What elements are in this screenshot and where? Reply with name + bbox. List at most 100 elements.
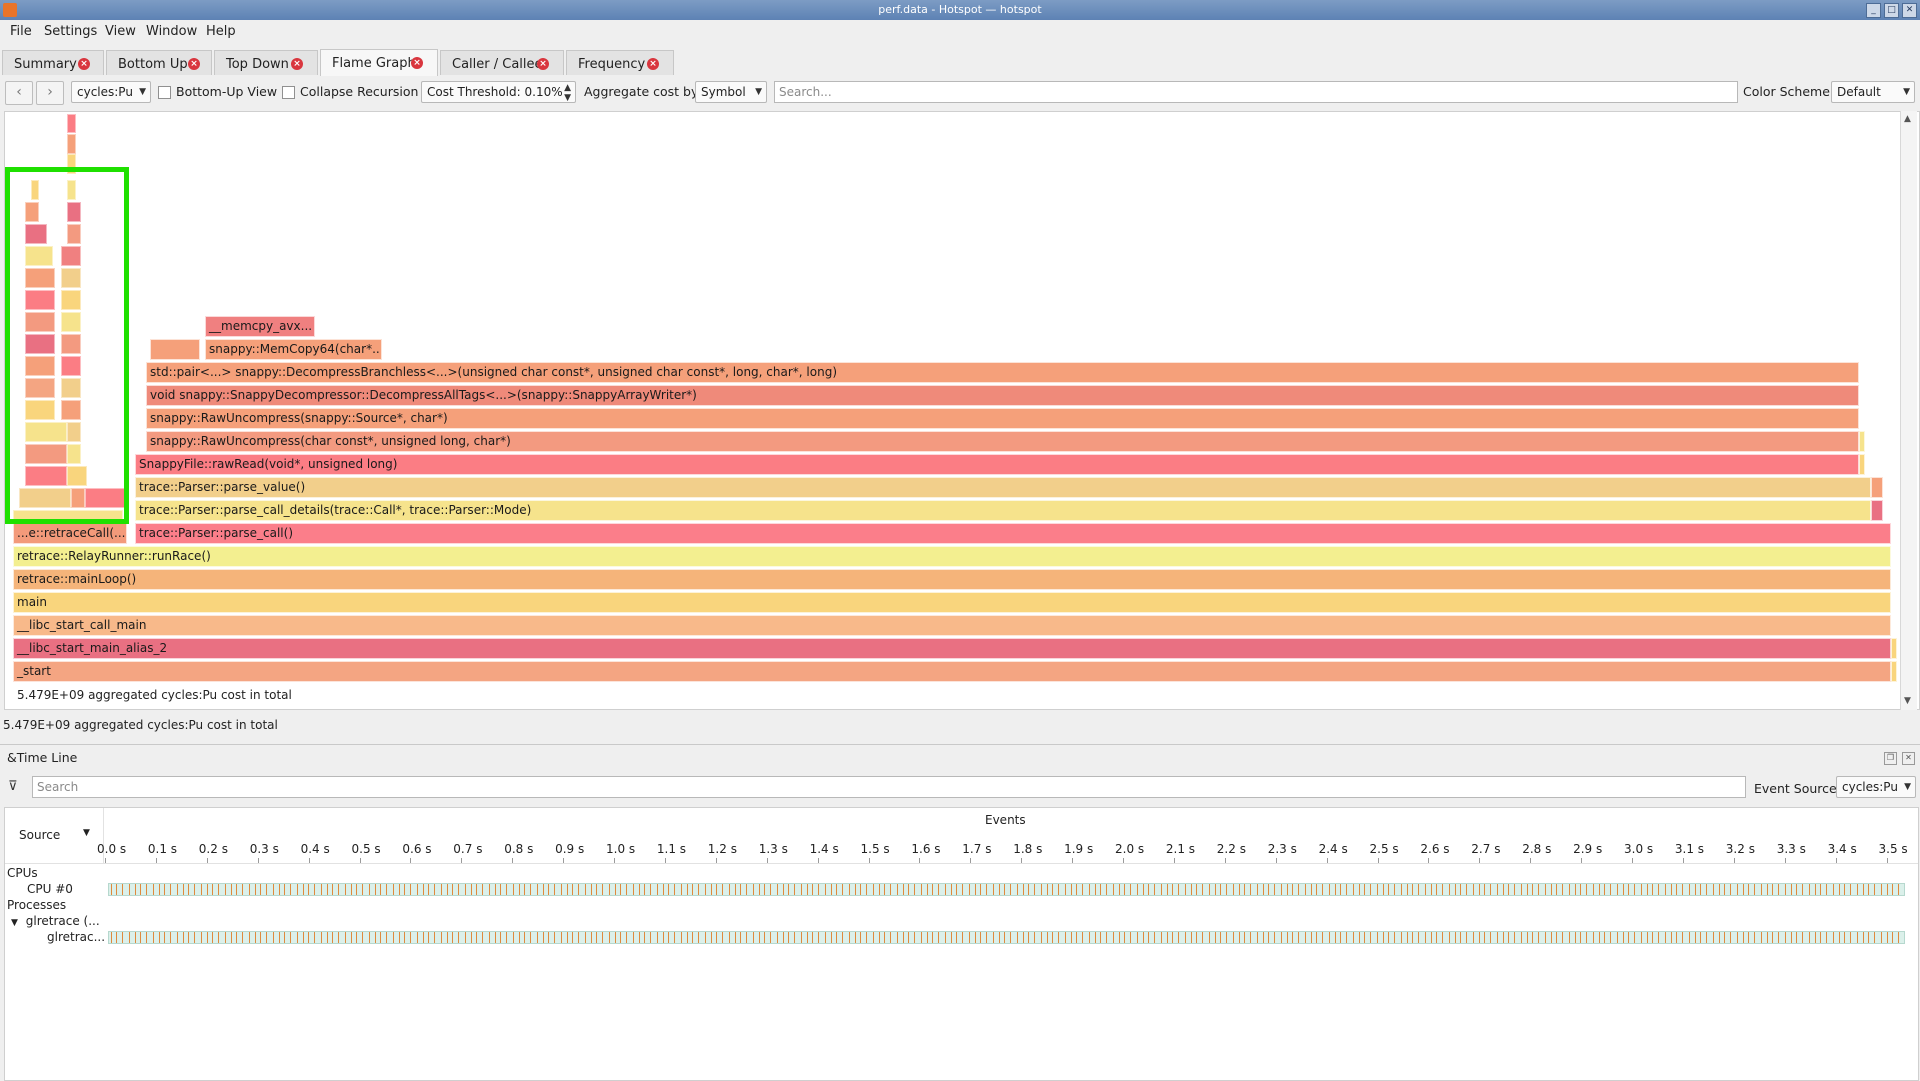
close-tab-icon[interactable]: × <box>647 58 659 70</box>
menu-settings[interactable]: Settings <box>44 24 97 39</box>
flame-frame[interactable] <box>1859 454 1865 475</box>
time-tick-label: 2.7 s <box>1471 842 1501 856</box>
event-mark <box>1767 932 1768 943</box>
tab-flame-graph[interactable]: Flame Graph × <box>320 49 438 76</box>
flame-frame[interactable]: __libc_start_call_main <box>13 615 1891 636</box>
event-mark <box>1226 884 1227 895</box>
spin-down-icon[interactable]: ▼ <box>564 88 571 108</box>
event-mark <box>1172 932 1173 943</box>
close-tab-icon[interactable]: × <box>537 58 549 70</box>
maximize-button[interactable]: □ <box>1884 3 1899 18</box>
menu-view[interactable]: View <box>105 24 136 39</box>
event-mark <box>681 884 682 895</box>
forward-button[interactable]: › <box>36 81 64 105</box>
flame-frame[interactable]: _start <box>13 661 1891 682</box>
flame-search-input[interactable]: Search... <box>774 81 1738 103</box>
flame-frame[interactable] <box>1891 661 1897 682</box>
flame-frame[interactable]: snappy::MemCopy64(char*...) <box>205 339 382 360</box>
flame-frame[interactable]: main <box>13 592 1891 613</box>
tree-thread-glretrace[interactable]: glretrac... <box>47 930 105 944</box>
event-source-select[interactable]: cycles:Pu ▼ <box>1836 776 1916 798</box>
scroll-up-icon[interactable]: ▲ <box>1904 114 1911 124</box>
event-mark <box>1311 884 1312 895</box>
event-mark <box>783 932 784 943</box>
event-mark <box>1010 932 1011 943</box>
flame-frame[interactable]: __libc_start_main_alias_2 <box>13 638 1891 659</box>
minimize-button[interactable]: _ <box>1866 3 1881 18</box>
menu-help[interactable]: Help <box>206 24 236 39</box>
float-dock-icon[interactable]: ❐ <box>1884 752 1897 765</box>
menu-window[interactable]: Window <box>146 24 197 39</box>
flame-frame[interactable] <box>1891 638 1897 659</box>
event-mark <box>386 884 387 895</box>
event-mark <box>135 932 136 943</box>
tree-cpu-0[interactable]: CPU #0 <box>27 882 73 896</box>
flame-frame[interactable]: snappy::RawUncompress(snappy::Source*, c… <box>146 408 1859 429</box>
flame-graph-toolbar: ‹ › cycles:Pu ▼ Bottom-Up View Collapse … <box>0 78 1920 108</box>
flame-frame[interactable]: retrace::RelayRunner::runRace() <box>13 546 1891 567</box>
flame-frame[interactable]: __memcpy_avx... <box>205 316 315 337</box>
aggregate-cost-select[interactable]: Symbol ▼ <box>695 81 767 103</box>
event-mark <box>1490 884 1491 895</box>
tab-frequency[interactable]: Frequency × <box>566 50 674 75</box>
thread-event-track[interactable] <box>108 931 1905 944</box>
cpu-0-event-track[interactable] <box>108 883 1905 896</box>
close-tab-icon[interactable]: × <box>411 57 423 69</box>
flame-frame[interactable]: snappy::RawUncompress(char const*, unsig… <box>146 431 1859 452</box>
event-mark <box>818 884 819 895</box>
flame-frame[interactable] <box>150 339 200 360</box>
event-mark <box>1178 884 1179 895</box>
flame-frame[interactable]: ...e::retraceCall(...) <box>13 523 127 544</box>
tree-processes[interactable]: Processes <box>7 898 66 912</box>
event-mark <box>297 932 298 943</box>
event-mark <box>1100 884 1101 895</box>
flame-frame[interactable]: retrace::mainLoop() <box>13 569 1891 590</box>
close-window-button[interactable]: ✕ <box>1902 3 1917 18</box>
flame-graph-canvas[interactable]: __memcpy_avx... snappy::MemCopy64(char*.… <box>4 111 1920 710</box>
event-mark <box>1641 932 1642 943</box>
event-mark <box>1826 884 1827 895</box>
event-mark <box>1455 884 1456 895</box>
flame-frame[interactable]: trace::Parser::parse_call_details(trace:… <box>135 500 1871 521</box>
event-mark <box>1202 884 1203 895</box>
cost-threshold-spinbox[interactable]: Cost Threshold: 0.10% ▲ ▼ <box>421 81 576 103</box>
tree-cpus[interactable]: CPUs <box>7 866 38 880</box>
event-mark <box>1388 932 1389 943</box>
close-tab-icon[interactable]: × <box>291 58 303 70</box>
tree-process-glretrace[interactable]: ▼ glretrace (... <box>11 914 100 928</box>
tab-bottom-up[interactable]: Bottom Up × <box>106 50 212 75</box>
close-tab-icon[interactable]: × <box>188 58 200 70</box>
flame-frame[interactable] <box>1871 500 1883 521</box>
source-column-header[interactable]: Source ▼ <box>5 808 104 863</box>
tab-caller-callee[interactable]: Caller / Callee × <box>440 50 564 75</box>
cost-type-select[interactable]: cycles:Pu ▼ <box>71 81 151 103</box>
collapse-recursion-checkbox[interactable] <box>282 86 295 99</box>
tab-summary[interactable]: Summary × <box>2 50 104 75</box>
timeline-view[interactable]: Source ▼ Events 0.0 s 0.1 s 0.2 s 0.3 s 0.4 … <box>4 807 1919 1081</box>
flame-frame[interactable] <box>1859 431 1865 452</box>
event-mark <box>1802 932 1803 943</box>
flame-frame[interactable]: trace::Parser::parse_call() <box>135 523 1891 544</box>
flame-frame[interactable]: SnappyFile::rawRead(void*, unsigned long… <box>135 454 1859 475</box>
back-button[interactable]: ‹ <box>5 81 33 105</box>
flame-frame[interactable]: std::pair<...> snappy::DecompressBranchl… <box>146 362 1859 383</box>
flame-vertical-scrollbar[interactable]: ▲ ▼ <box>1900 111 1917 710</box>
flame-frame[interactable] <box>67 114 76 133</box>
event-mark <box>842 884 843 895</box>
scroll-down-icon[interactable]: ▼ <box>1904 696 1911 706</box>
timeline-search-input[interactable]: Search <box>32 776 1746 798</box>
tab-top-down[interactable]: Top Down × <box>214 50 318 75</box>
bottom-up-view-checkbox[interactable] <box>158 86 171 99</box>
flame-frame[interactable]: trace::Parser::parse_value() <box>135 477 1871 498</box>
flame-frame[interactable] <box>67 134 76 154</box>
flame-frame[interactable] <box>1871 477 1883 498</box>
color-scheme-select[interactable]: Default ▼ <box>1831 81 1915 103</box>
event-mark <box>183 932 184 943</box>
event-mark <box>1418 932 1419 943</box>
filter-icon[interactable]: ⊽ <box>8 779 18 794</box>
close-tab-icon[interactable]: × <box>78 58 90 70</box>
event-mark <box>500 932 501 943</box>
flame-frame[interactable]: void snappy::SnappyDecompressor::Decompr… <box>146 385 1859 406</box>
menu-file[interactable]: File <box>10 24 32 39</box>
close-dock-icon[interactable]: ✕ <box>1902 752 1915 765</box>
